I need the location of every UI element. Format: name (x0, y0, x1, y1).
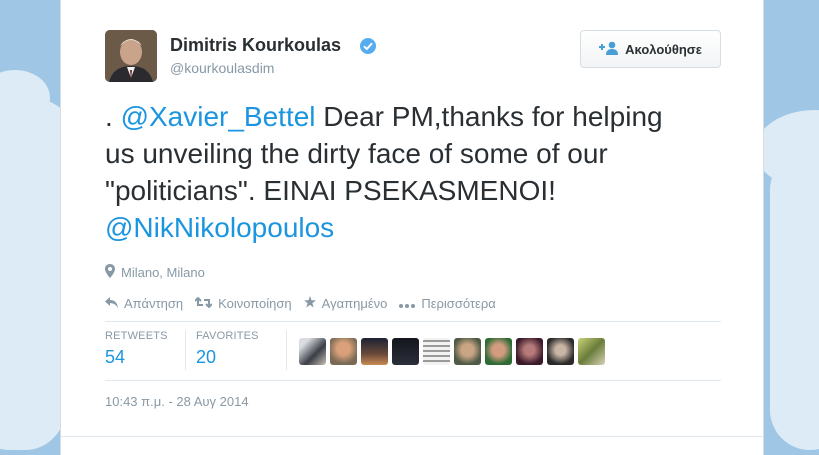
verified-badge-icon (359, 37, 377, 60)
follow-button-label: Ακολούθησε (625, 41, 702, 57)
retweet-button[interactable]: Κοινοποίηση (194, 296, 292, 311)
location-text: Milano, Milano (121, 265, 205, 280)
user-avatar[interactable] (105, 30, 157, 82)
divider (105, 380, 721, 381)
favorite-button[interactable]: Αγαπημένο (303, 296, 388, 311)
divider (61, 436, 763, 437)
reply-icon (105, 296, 118, 311)
retweet-icon (194, 296, 213, 311)
reply-button[interactable]: Απάντηση (105, 296, 183, 311)
favoriter-avatar[interactable] (423, 338, 450, 365)
follow-button[interactable]: Ακολούθησε (580, 30, 721, 68)
favoriter-avatar[interactable] (299, 338, 326, 365)
favorites-label: FAVORITES (196, 330, 259, 342)
more-label: Περισσότερα (421, 296, 496, 311)
retweet-label: Κοινοποίηση (218, 296, 292, 311)
retweets-stat[interactable]: RETWEETS 54 (105, 330, 168, 368)
mention-link[interactable]: @NikNikolopoulos (105, 212, 334, 243)
retweets-label: RETWEETS (105, 330, 168, 342)
star-icon (303, 296, 316, 311)
add-user-icon (599, 41, 619, 58)
favoriter-avatar[interactable] (330, 338, 357, 365)
tweet-actions: Απάντηση Κοινοποίηση Αγαπημένο Περισσότε… (105, 296, 508, 311)
user-name[interactable]: Dimitris Kourkoulas (170, 35, 341, 56)
user-handle[interactable]: @kourkoulasdim (170, 60, 274, 76)
retweets-count: 54 (105, 347, 126, 367)
favoriter-avatar[interactable] (578, 338, 605, 365)
tweet-text: . @Xavier_Bettel Dear PM,thanks for help… (105, 98, 665, 246)
favorites-stat[interactable]: FAVORITES 20 (196, 330, 259, 368)
tweet-location[interactable]: Milano, Milano (105, 264, 205, 281)
favoriter-avatar[interactable] (361, 338, 388, 365)
favoriter-avatar[interactable] (485, 338, 512, 365)
more-dots-icon (399, 296, 416, 311)
divider (105, 321, 721, 322)
favoriter-avatar[interactable] (454, 338, 481, 365)
reply-label: Απάντηση (124, 296, 184, 311)
favoriter-avatars (299, 338, 605, 365)
favoriter-avatar[interactable] (516, 338, 543, 365)
favorite-label: Αγαπημένο (321, 296, 388, 311)
favorites-count: 20 (196, 347, 217, 367)
favoriter-avatar[interactable] (392, 338, 419, 365)
divider (185, 330, 186, 370)
mention-link[interactable]: @Xavier_Bettel (121, 101, 316, 132)
tweet-card: Dimitris Kourkoulas @kourkoulasdim Ακολο… (60, 0, 764, 455)
divider (286, 330, 287, 370)
tweet-prefix: . (105, 101, 121, 132)
tweet-timestamp[interactable]: 10:43 π.μ. - 28 Αυγ 2014 (105, 394, 249, 409)
favoriter-avatar[interactable] (547, 338, 574, 365)
more-button[interactable]: Περισσότερα (399, 296, 496, 311)
location-pin-icon (105, 264, 115, 281)
